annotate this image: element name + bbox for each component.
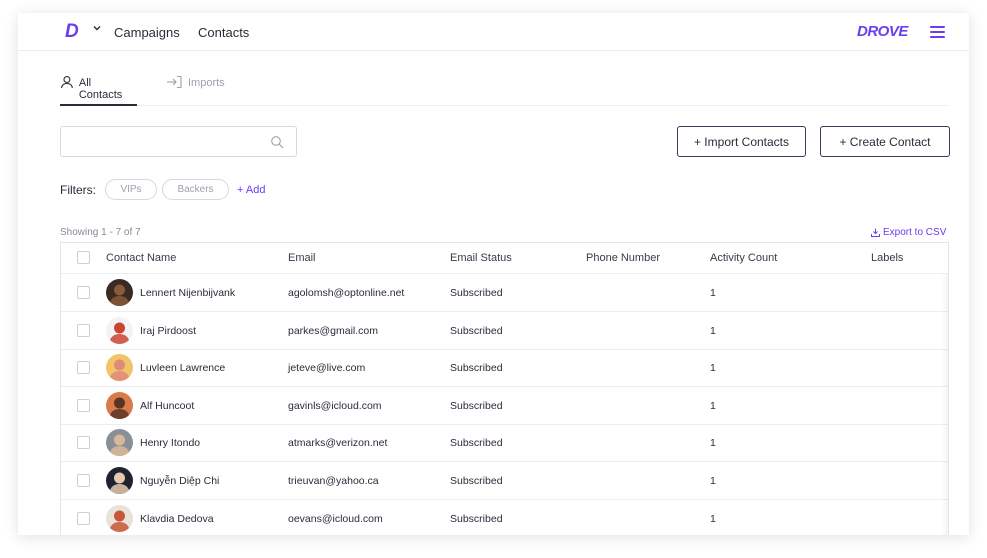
table-header: Contact Name Email Email Status Phone Nu… [61, 243, 948, 274]
contact-name[interactable]: Alf Huncoot [140, 400, 194, 412]
contact-email: gavinls@icloud.com [288, 399, 382, 412]
email-status: Subscribed [450, 324, 503, 337]
person-icon [60, 76, 73, 89]
email-status: Subscribed [450, 437, 503, 450]
table-row[interactable]: Alf Huncoot gavinls@icloud.com Subscribe… [61, 387, 948, 425]
contact-name[interactable]: Iraj Pirdoost [140, 325, 196, 337]
table-row[interactable]: Nguyễn Diệp Chi trieuvan@yahoo.ca Subscr… [61, 462, 948, 500]
contact-email: agolomsh@optonline.net [288, 287, 405, 299]
search-icon[interactable] [270, 135, 284, 149]
activity-count: 1 [710, 475, 716, 487]
contact-name[interactable]: Henry Itondo [140, 437, 200, 449]
import-icon [167, 75, 182, 89]
row-checkbox[interactable] [77, 436, 90, 450]
row-checkbox[interactable] [77, 511, 90, 525]
horizontal-scroll-shadow [942, 274, 948, 535]
row-checkbox[interactable] [77, 361, 90, 375]
avatar [106, 354, 133, 382]
tab-all-contacts[interactable]: All Contacts [60, 73, 137, 106]
contacts-tabs: All Contacts Imports [60, 73, 949, 106]
row-checkbox[interactable] [77, 474, 90, 487]
row-checkbox[interactable] [77, 323, 90, 337]
contacts-table: Contact Name Email Email Status Phone Nu… [60, 242, 949, 535]
contact-name[interactable]: Luvleen Lawrence [140, 362, 225, 374]
table-row[interactable]: Iraj Pirdoost parkes@gmail.com Subscribe… [61, 312, 948, 350]
top-navigation: D Campaigns Contacts DROVE [18, 13, 969, 51]
email-status: Subscribed [450, 399, 503, 412]
hamburger-menu-icon[interactable] [930, 26, 945, 38]
select-all-checkbox[interactable] [77, 251, 90, 264]
contact-name[interactable]: Lennert Nijenbijvank [140, 287, 235, 299]
contact-name[interactable]: Klavdia Dedova [140, 513, 214, 525]
activity-count: 1 [710, 287, 716, 299]
table-row[interactable]: Henry Itondo atmarks@verizon.net Subscri… [61, 424, 948, 463]
contact-email: jeteve@live.com [288, 362, 366, 375]
column-header-email[interactable]: Email [288, 252, 316, 264]
activity-count: 1 [710, 437, 716, 450]
search-input[interactable] [60, 126, 297, 157]
contact-email: atmarks@verizon.net [288, 437, 388, 450]
activity-count: 1 [710, 362, 716, 375]
filters-label: Filters: [60, 183, 96, 197]
avatar [106, 391, 133, 419]
table-row[interactable]: Klavdia Dedova oevans@icloud.com Subscri… [61, 500, 948, 535]
activity-count: 1 [710, 324, 716, 337]
filter-chip-backers[interactable]: Backers [162, 179, 229, 200]
email-status: Subscribed [450, 475, 503, 487]
brand-logo[interactable]: DROVE [857, 23, 908, 40]
avatar [106, 467, 133, 494]
email-status: Subscribed [450, 512, 503, 525]
column-header-activity-count[interactable]: Activity Count [710, 252, 777, 264]
results-count: Showing 1 - 7 of 7 [60, 227, 141, 238]
avatar [106, 316, 133, 344]
row-checkbox[interactable] [77, 286, 90, 299]
column-header-labels[interactable]: Labels [871, 252, 903, 264]
filter-chip-vips[interactable]: VIPs [105, 179, 157, 200]
create-contact-button[interactable]: + Create Contact [820, 126, 950, 157]
tab-all-contacts-label: All Contacts [78, 77, 123, 101]
app-logo[interactable]: D [65, 21, 79, 43]
download-icon [871, 228, 880, 237]
row-checkbox[interactable] [77, 398, 90, 412]
contact-name[interactable]: Nguyễn Diệp Chi [140, 475, 219, 487]
nav-contacts[interactable]: Contacts [198, 25, 249, 40]
nav-campaigns[interactable]: Campaigns [114, 25, 180, 40]
email-status: Subscribed [450, 287, 503, 299]
contact-email: oevans@icloud.com [288, 512, 383, 525]
column-header-phone-number[interactable]: Phone Number [586, 252, 660, 264]
column-header-email-status[interactable]: Email Status [450, 252, 512, 264]
activity-count: 1 [710, 399, 716, 412]
avatar [106, 279, 133, 306]
avatar [106, 504, 133, 532]
contact-email: trieuvan@yahoo.ca [288, 475, 379, 487]
chevron-down-icon[interactable] [91, 22, 103, 34]
column-header-contact-name[interactable]: Contact Name [106, 252, 176, 264]
activity-count: 1 [710, 512, 716, 525]
export-csv-label: Export to CSV [883, 227, 947, 238]
tab-imports[interactable]: Imports [166, 73, 225, 106]
table-row[interactable]: Lennert Nijenbijvank agolomsh@optonline.… [61, 274, 948, 312]
tab-imports-label: Imports [188, 77, 225, 89]
import-contacts-button[interactable]: + Import Contacts [677, 126, 806, 157]
export-csv-link[interactable]: Export to CSV [871, 227, 946, 238]
contact-email: parkes@gmail.com [288, 324, 379, 337]
add-filter-button[interactable]: + Add [237, 184, 265, 196]
app-window: D Campaigns Contacts DROVE All Contacts … [18, 13, 969, 535]
email-status: Subscribed [450, 362, 503, 375]
table-row[interactable]: Luvleen Lawrence jeteve@live.com Subscri… [61, 349, 948, 388]
avatar [106, 429, 133, 457]
